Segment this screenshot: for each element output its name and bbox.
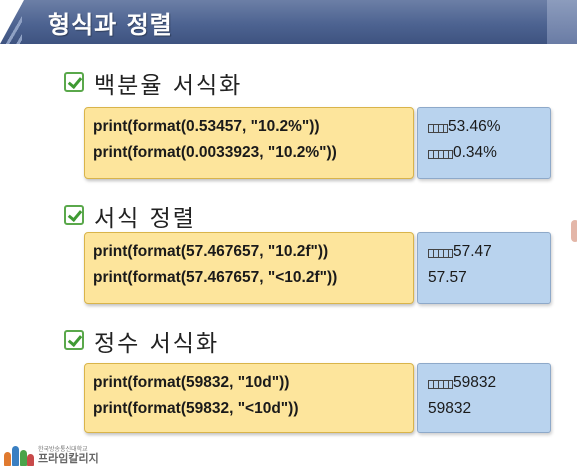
padding-spaces-icon [428, 122, 448, 133]
output-line: 57.57 [428, 265, 540, 291]
slide-header: 형식과 정렬 [0, 0, 577, 44]
output-value: 53.46% [448, 118, 501, 135]
output-value: 57.57 [428, 269, 467, 286]
padding-spaces-icon [428, 247, 453, 258]
people-logo-icon [4, 444, 34, 466]
padding-spaces-icon [428, 148, 453, 159]
padding-spaces-icon [428, 378, 453, 389]
checkbox-icon [64, 72, 84, 92]
code-box-align: print(format(57.467657, "10.2f")) print(… [84, 232, 414, 304]
code-box-integer: print(format(59832, "10d")) print(format… [84, 363, 414, 433]
code-line: print(format(59832, "10d")) [93, 374, 290, 391]
code-line: print(format(0.53457, "10.2%")) [93, 118, 320, 135]
code-line: print(format(0.0033923, "10.2%")) [93, 144, 337, 161]
output-value: 59832 [453, 374, 497, 391]
slide-title: 형식과 정렬 [48, 11, 173, 39]
output-line: 0.34% [428, 140, 540, 166]
output-box-align: 57.47 57.57 [417, 232, 551, 304]
output-value: 0.34% [453, 144, 497, 161]
output-value: 59832 [428, 400, 472, 417]
footer-logo: 한국방송통신대학교 프라임칼리지 [4, 444, 99, 466]
checkbox-icon [64, 330, 84, 350]
output-line: 59832 [428, 370, 540, 396]
code-box-percent: print(format(0.53457, "10.2%")) print(fo… [84, 107, 414, 179]
output-value: 57.47 [453, 243, 492, 260]
header-right-block [547, 0, 577, 44]
header-wedge [0, 0, 24, 44]
code-line: print(format(59832, "<10d")) [93, 400, 299, 417]
output-line: 53.46% [428, 114, 540, 140]
footer-college: 프라임칼리지 [38, 451, 99, 465]
checkbox-icon [64, 205, 84, 225]
section-title-align: 서식 정렬 [94, 206, 196, 232]
section-title-percent: 백분율 서식화 [94, 73, 243, 99]
output-line: 57.47 [428, 239, 540, 265]
code-line: print(format(57.467657, "<10.2f")) [93, 269, 338, 286]
section-title-integer: 정수 서식화 [94, 331, 220, 357]
output-box-percent: 53.46% 0.34% [417, 107, 551, 179]
code-line: print(format(57.467657, "10.2f")) [93, 243, 329, 260]
output-box-integer: 59832 59832 [417, 363, 551, 433]
output-line: 59832 [428, 396, 540, 422]
edge-decoration [571, 220, 577, 242]
